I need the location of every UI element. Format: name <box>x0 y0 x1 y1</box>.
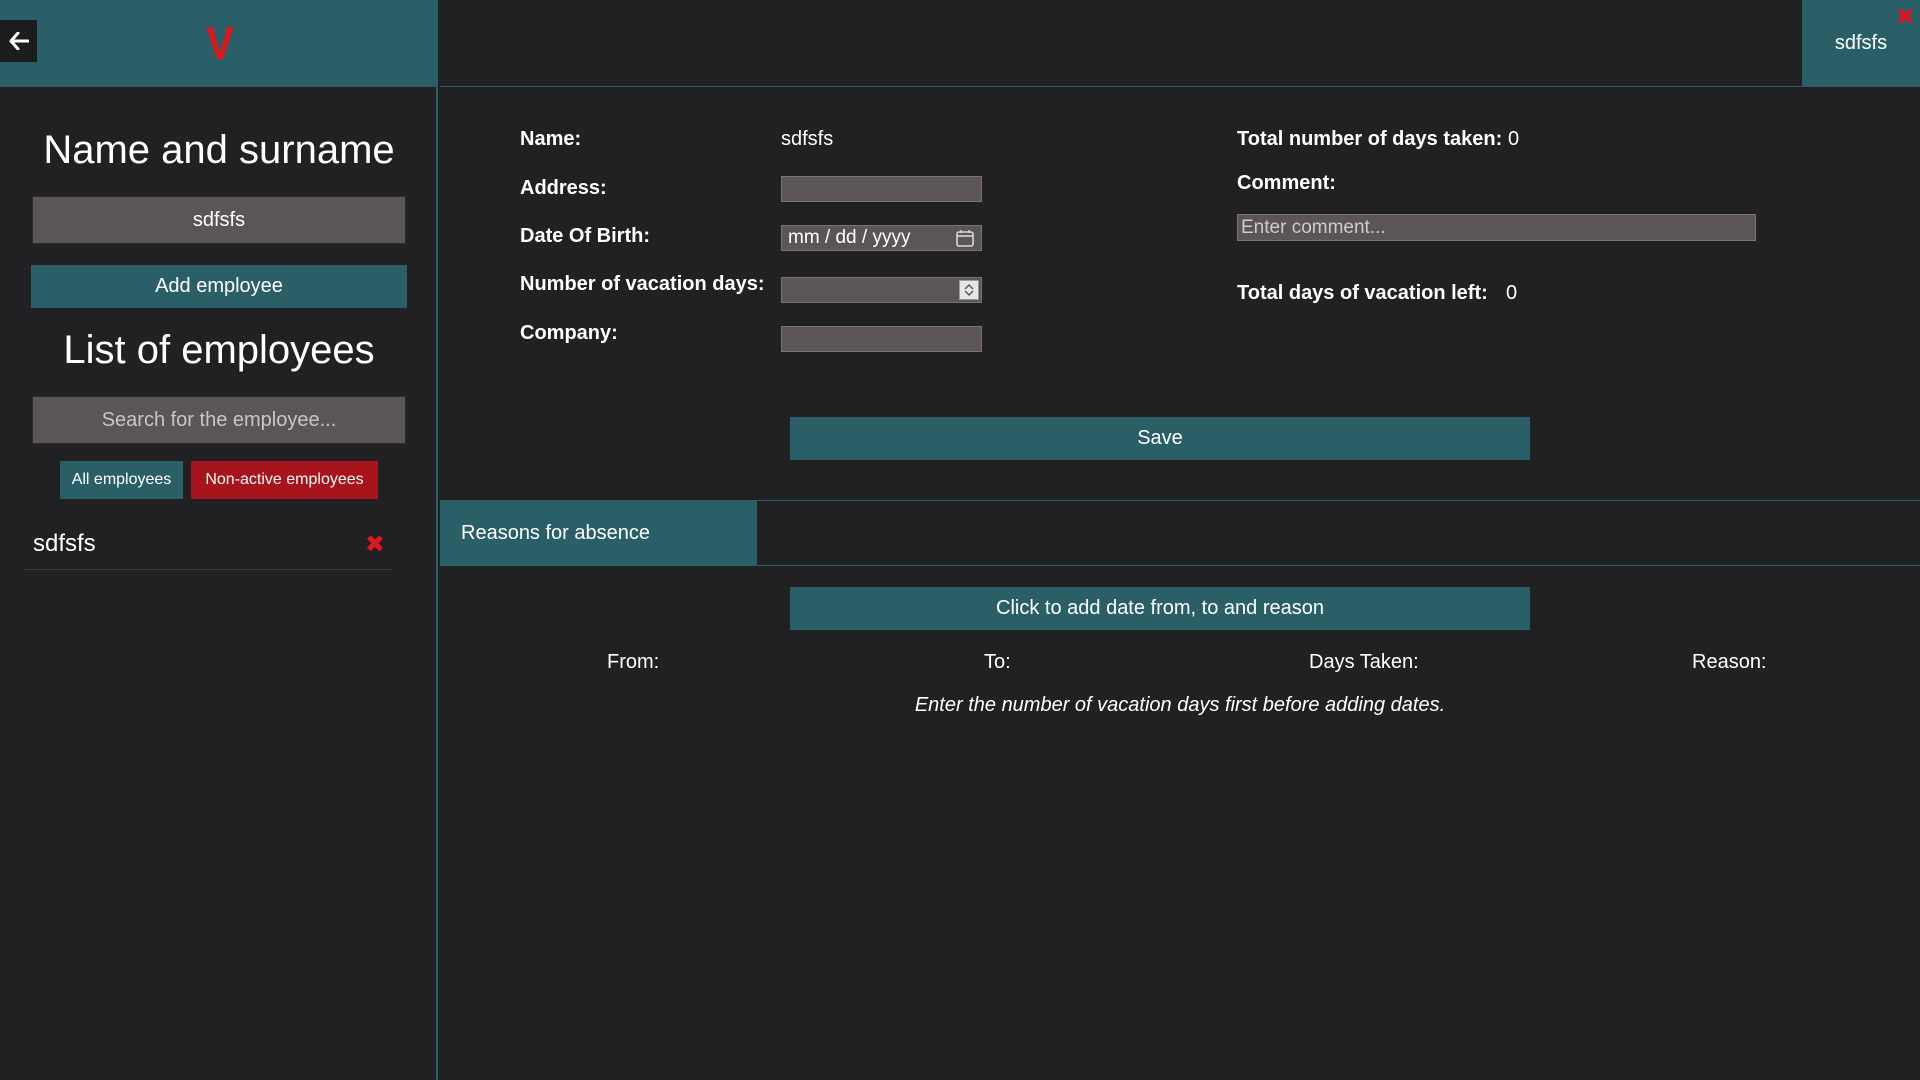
column-days-taken: Days Taken: <box>1309 651 1419 673</box>
save-button[interactable]: Save <box>790 417 1530 460</box>
tab-reasons-for-absence[interactable]: Reasons for absence <box>440 501 757 565</box>
add-employee-button[interactable]: Add employee <box>31 265 407 308</box>
company-label: Company: <box>520 322 618 344</box>
employee-list-item[interactable]: sdfsfs ✖ <box>23 522 393 570</box>
company-field[interactable] <box>781 326 982 352</box>
employee-name: sdfsfs <box>33 530 96 557</box>
total-days-taken-value: 0 <box>1508 128 1520 150</box>
total-days-taken-label: Total number of days taken: <box>1237 128 1503 150</box>
column-reason: Reason: <box>1692 651 1767 673</box>
employee-list-title: List of employees <box>63 328 375 372</box>
sidebar: V Name and surname Add employee List of … <box>0 0 438 1080</box>
vacation-days-field[interactable] <box>781 277 982 303</box>
number-stepper[interactable] <box>959 280 979 300</box>
column-to: To: <box>984 651 1011 673</box>
comment-label: Comment: <box>1237 172 1336 194</box>
brand-bar: V <box>0 0 438 87</box>
dob-field[interactable]: mm / dd / yyyy <box>781 225 982 251</box>
address-label: Address: <box>520 177 607 199</box>
chevron-up-icon[interactable] <box>964 283 974 290</box>
calendar-icon[interactable] <box>955 228 975 248</box>
total-days-left-label: Total days of vacation left: <box>1237 282 1488 304</box>
absence-hint-text: Enter the number of vacation days first … <box>914 694 1446 716</box>
dob-placeholder: mm / dd / yyyy <box>788 227 911 248</box>
header-divider <box>440 86 1920 87</box>
filter-non-active-employees-button[interactable]: Non-active employees <box>191 461 378 499</box>
name-section-title: Name and surname <box>43 128 395 172</box>
address-field[interactable] <box>781 176 982 202</box>
dob-label: Date Of Birth: <box>520 225 650 247</box>
employee-search-input[interactable] <box>32 396 406 444</box>
name-value: sdfsfs <box>781 128 834 150</box>
add-absence-button[interactable]: Click to add date from, to and reason <box>790 587 1530 630</box>
column-from: From: <box>607 651 660 673</box>
app-logo: V <box>206 17 234 69</box>
arrow-left-icon <box>9 32 29 50</box>
back-button[interactable] <box>0 20 37 62</box>
delete-employee-icon[interactable]: ✖ <box>365 530 385 559</box>
chevron-down-icon[interactable] <box>964 290 974 297</box>
name-label: Name: <box>520 128 582 150</box>
filter-all-employees-button[interactable]: All employees <box>60 461 183 499</box>
total-days-left-value: 0 <box>1506 282 1518 304</box>
absence-bottom-divider <box>440 565 1920 566</box>
vacation-days-label: Number of vacation days: <box>520 273 765 295</box>
close-tab-icon[interactable]: ✖ <box>1896 4 1914 30</box>
name-surname-input[interactable] <box>32 196 406 244</box>
comment-input[interactable] <box>1237 214 1756 241</box>
